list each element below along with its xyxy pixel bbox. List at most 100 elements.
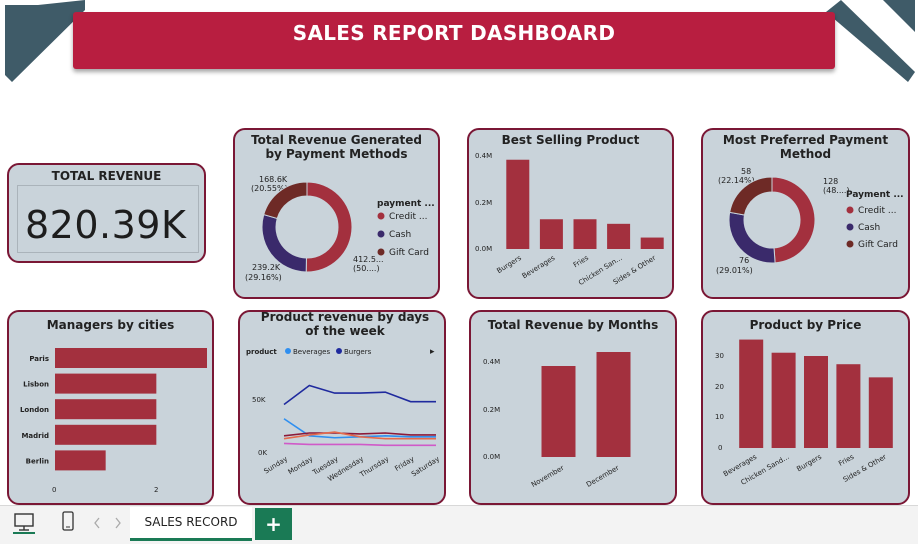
tab-sales-record[interactable]: SALES RECORD bbox=[130, 507, 252, 541]
legend-gift-dot bbox=[846, 240, 854, 248]
series-line bbox=[283, 384, 436, 406]
bar bbox=[607, 223, 631, 249]
bar bbox=[541, 366, 576, 457]
months-revenue-card[interactable]: Total Revenue by Months 0.4M 0.2M 0.0M N… bbox=[469, 310, 677, 505]
x-tick: 0 bbox=[52, 486, 56, 494]
price-card[interactable]: Product by Price 30 20 10 0 Beverages Chi… bbox=[701, 310, 910, 505]
series-line bbox=[283, 442, 436, 447]
city-label: Berlin bbox=[26, 457, 49, 465]
y-tick: 0.4M bbox=[483, 358, 500, 366]
days-revenue-card[interactable]: Product revenue by days of the week prod… bbox=[238, 310, 446, 505]
donut-slice bbox=[771, 176, 816, 264]
y-tick: 0.0M bbox=[475, 245, 492, 253]
city-label: Madrid bbox=[21, 432, 49, 440]
legend-more-icon: ▸ bbox=[430, 347, 435, 357]
bar bbox=[55, 424, 157, 445]
total-revenue-card[interactable]: TOTAL REVENUE 820.39K bbox=[7, 163, 206, 263]
x-tick-label: Beverages bbox=[521, 254, 557, 281]
x-tick-label: December bbox=[585, 464, 621, 489]
y-tick: 0 bbox=[718, 444, 722, 452]
legend-credit: Credit ... bbox=[858, 206, 897, 216]
credit-pct-label: (50....) bbox=[353, 264, 380, 273]
bar bbox=[596, 352, 631, 457]
best-selling-chart: 0.4M 0.2M 0.0M BurgersBeverages FriesChic… bbox=[475, 152, 664, 287]
cash-pct-label: (29.16%) bbox=[245, 273, 282, 282]
donut-slice bbox=[305, 181, 353, 273]
credit-value-label: 412.5... bbox=[353, 255, 384, 264]
revenue-payment-chart: 168.6K (20.55%) 239.2K (29.16%) 412.5...… bbox=[245, 175, 435, 282]
x-tick-label: Fries bbox=[572, 254, 590, 270]
bar bbox=[804, 356, 828, 448]
legend-cash-dot bbox=[377, 230, 385, 238]
desktop-icon[interactable] bbox=[12, 511, 36, 535]
payment-preference-chart: 58 (22.14%) 128 (48....) 76 (29.01%) Pay… bbox=[716, 167, 904, 275]
bar bbox=[506, 159, 530, 249]
legend-credit-dot bbox=[377, 212, 385, 220]
legend-title: payment ... bbox=[377, 199, 435, 209]
x-tick: 2 bbox=[154, 486, 158, 494]
legend-beverages-dot bbox=[285, 348, 291, 354]
x-tick-label: Sunday bbox=[263, 455, 289, 476]
bar bbox=[739, 339, 764, 448]
y-tick: 0.2M bbox=[475, 199, 492, 207]
city-label: Paris bbox=[29, 355, 49, 363]
page-title: SALES REPORT DASHBOARD bbox=[292, 21, 616, 45]
bar bbox=[640, 237, 664, 249]
cash-pct-label: (29.01%) bbox=[716, 266, 753, 275]
gift-value-label: 168.6K bbox=[259, 175, 288, 184]
nav-next-icon[interactable] bbox=[113, 516, 123, 530]
y-tick: 0.0M bbox=[483, 453, 500, 461]
y-tick: 0K bbox=[258, 449, 267, 457]
legend-burgers-dot bbox=[336, 348, 342, 354]
cash-count-label: 76 bbox=[739, 256, 749, 265]
x-tick-label: Burgers bbox=[795, 453, 823, 474]
gift-count-label: 58 bbox=[741, 167, 751, 176]
bar bbox=[55, 373, 157, 394]
legend-gift: Gift Card bbox=[389, 248, 429, 258]
x-tick-label: Monday bbox=[287, 455, 315, 476]
city-label: London bbox=[20, 406, 49, 414]
bar bbox=[55, 450, 106, 471]
legend-burgers: Burgers bbox=[344, 348, 372, 356]
x-tick-label: Fries bbox=[837, 453, 855, 468]
city-label: Lisbon bbox=[23, 381, 49, 389]
legend-credit: Credit ... bbox=[389, 212, 428, 222]
legend-gift: Gift Card bbox=[858, 240, 898, 250]
legend-label: product bbox=[246, 348, 277, 356]
x-tick-label: Burgers bbox=[495, 254, 523, 275]
revenue-payment-card[interactable]: Total Revenue Generated by Payment Metho… bbox=[233, 128, 440, 299]
bar bbox=[771, 352, 796, 448]
bar bbox=[573, 219, 597, 249]
legend-title: Payment ... bbox=[846, 190, 904, 200]
legend-cash: Cash bbox=[389, 230, 411, 240]
cash-value-label: 239.2K bbox=[252, 263, 281, 272]
y-tick: 30 bbox=[715, 352, 724, 360]
days-revenue-chart: product Beverages Burgers ▸ 50K 0K Sunda… bbox=[246, 347, 441, 483]
mobile-icon[interactable] bbox=[58, 510, 78, 534]
payment-preference-card[interactable]: Most Preferred Payment Method 58 (22.14%… bbox=[701, 128, 910, 299]
nav-prev-icon[interactable] bbox=[92, 516, 102, 530]
bar bbox=[836, 364, 861, 448]
price-chart: 30 20 10 0 BeveragesChicken Sand... Burge… bbox=[715, 339, 893, 487]
best-selling-card[interactable]: Best Selling Product 0.4M 0.2M 0.0M Burg… bbox=[467, 128, 674, 299]
donut-slice bbox=[728, 211, 776, 264]
y-tick: 50K bbox=[252, 396, 266, 404]
legend-beverages: Beverages bbox=[293, 348, 330, 356]
y-tick: 0.2M bbox=[483, 406, 500, 414]
y-tick: 10 bbox=[715, 413, 724, 421]
x-tick-label: Saturday bbox=[410, 455, 441, 479]
total-revenue-value: 820.39K bbox=[25, 203, 187, 247]
bar bbox=[55, 348, 207, 368]
y-tick: 0.4M bbox=[475, 152, 492, 160]
legend-credit-dot bbox=[846, 206, 854, 214]
y-tick: 20 bbox=[715, 383, 724, 391]
legend-cash-dot bbox=[846, 223, 854, 231]
bar bbox=[55, 399, 157, 420]
bar bbox=[868, 377, 893, 448]
right-corner-decoration bbox=[826, 0, 915, 82]
managers-chart: 0 2 Paris Lisbon London Madrid Berlin bbox=[20, 348, 207, 494]
managers-card[interactable]: Managers by cities 0 2 Paris Lisbon London… bbox=[7, 310, 214, 505]
header-banner: SALES REPORT DASHBOARD bbox=[73, 12, 835, 69]
add-page-button[interactable]: + bbox=[255, 508, 292, 540]
bar bbox=[539, 219, 563, 249]
